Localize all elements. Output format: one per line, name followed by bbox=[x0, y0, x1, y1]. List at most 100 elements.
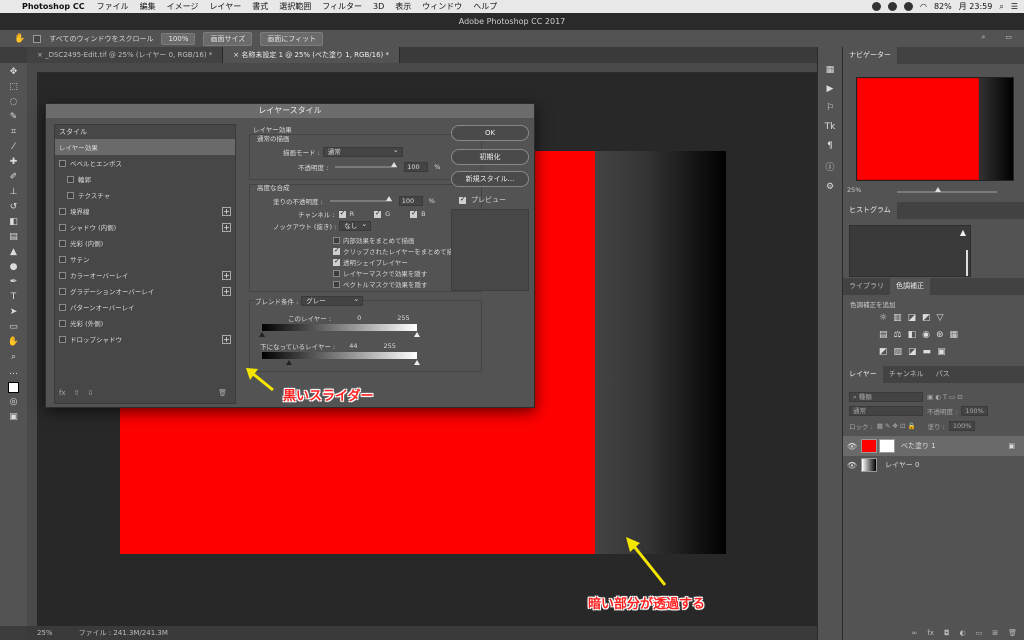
add-effect-icon[interactable]: + bbox=[222, 222, 231, 232]
navigator-thumbnail[interactable] bbox=[856, 77, 1014, 181]
move-down-icon[interactable]: ⇩ bbox=[87, 389, 93, 397]
screen-size-button[interactable]: 画面サイズ bbox=[203, 31, 253, 46]
style-item[interactable]: ドロップシャドウ + bbox=[55, 331, 235, 347]
fx-icon[interactable]: fx bbox=[927, 629, 934, 637]
style-checkbox[interactable] bbox=[59, 287, 66, 295]
opacity-input[interactable]: 100 bbox=[404, 162, 429, 172]
invert-icon[interactable]: ◩ bbox=[879, 347, 888, 357]
style-checkbox[interactable] bbox=[59, 303, 66, 311]
gradient-tool-icon[interactable]: ▤ bbox=[7, 232, 21, 243]
menu-type[interactable]: 書式 bbox=[252, 1, 268, 12]
layer-mask-thumbnail[interactable] bbox=[879, 439, 895, 453]
tool-presets-icon[interactable]: ⚙ bbox=[826, 182, 834, 192]
bw-icon[interactable]: ◧ bbox=[908, 330, 917, 340]
style-checkbox[interactable] bbox=[67, 191, 74, 199]
new-layer-icon[interactable]: ⊞ bbox=[992, 629, 998, 637]
add-effect-icon[interactable]: + bbox=[222, 206, 231, 216]
style-item[interactable]: グラデーションオーバーレイ + bbox=[55, 283, 235, 299]
channel-b-checkbox[interactable] bbox=[410, 209, 418, 218]
menu-view[interactable]: 表示 bbox=[395, 1, 411, 12]
style-checkbox[interactable] bbox=[59, 255, 66, 263]
style-item[interactable]: カラーオーバーレイ + bbox=[55, 267, 235, 283]
history-icon[interactable]: ▦ bbox=[826, 65, 835, 75]
menu-edit[interactable]: 編集 bbox=[140, 1, 156, 12]
blend-mode-select[interactable]: 通常 bbox=[322, 146, 403, 157]
layer-mask-hides-checkbox[interactable] bbox=[333, 269, 340, 277]
menu-window[interactable]: ウィンドウ bbox=[422, 1, 462, 12]
clone-stamp-icon[interactable]: ⊥ bbox=[7, 187, 21, 198]
blur-tool-icon[interactable]: ▲ bbox=[7, 247, 21, 258]
add-effect-icon[interactable]: + bbox=[222, 286, 231, 296]
layer-name[interactable]: べた塗り 1 bbox=[901, 441, 936, 451]
eraser-tool-icon[interactable]: ◧ bbox=[7, 217, 21, 228]
blend-interior-checkbox[interactable] bbox=[333, 236, 340, 244]
tab-channels[interactable]: チャンネル bbox=[883, 366, 930, 383]
style-checkbox[interactable] bbox=[59, 223, 66, 231]
trash-icon[interactable]: 🗑 bbox=[218, 389, 227, 397]
blend-if-select[interactable]: グレー bbox=[301, 295, 364, 306]
filter-icons[interactable]: ▣ ◐ T ▭ ⊡ bbox=[927, 393, 963, 401]
vector-mask-hides-checkbox[interactable] bbox=[333, 280, 340, 288]
link-icon[interactable]: ∞ bbox=[912, 629, 918, 637]
character-icon[interactable]: Tk bbox=[825, 122, 836, 132]
shape-tool-icon[interactable]: ▭ bbox=[7, 322, 21, 333]
new-style-button[interactable]: 新規スタイル... bbox=[451, 171, 529, 187]
workspace-icon[interactable]: ▭ bbox=[1005, 33, 1012, 42]
zoom-100-button[interactable]: 100% bbox=[161, 32, 196, 45]
status-icon[interactable] bbox=[903, 2, 913, 11]
hand-tool-icon[interactable]: ✋ bbox=[14, 34, 25, 44]
healing-brush-icon[interactable]: ✚ bbox=[7, 157, 21, 168]
zoom-level[interactable]: 25% bbox=[37, 629, 53, 637]
style-checkbox[interactable] bbox=[59, 335, 66, 343]
menu-list-icon[interactable]: ☰ bbox=[1011, 2, 1018, 11]
move-up-icon[interactable]: ⇧ bbox=[74, 389, 80, 397]
tab-libraries[interactable]: ライブラリ bbox=[843, 278, 890, 295]
exposure-icon[interactable]: ◩ bbox=[922, 313, 931, 323]
tab-paths[interactable]: パス bbox=[930, 366, 956, 383]
style-item[interactable]: サテン bbox=[55, 251, 235, 267]
style-item[interactable]: 輪郭 bbox=[55, 171, 235, 187]
style-list-header[interactable]: スタイル bbox=[55, 125, 235, 139]
style-item[interactable]: ベベルとエンボス bbox=[55, 155, 235, 171]
eye-icon[interactable]: 👁 bbox=[843, 461, 861, 470]
search-icon[interactable]: ⌕ bbox=[999, 2, 1003, 12]
eyedropper-tool-icon[interactable]: ⁄ bbox=[7, 142, 21, 153]
style-item[interactable]: 光彩 (外側) bbox=[55, 315, 235, 331]
fill-opacity-knob[interactable] bbox=[385, 196, 392, 201]
screen-mode-icon[interactable]: ▣ bbox=[7, 412, 21, 423]
fx-icon[interactable]: fx bbox=[59, 389, 66, 397]
play-icon[interactable]: ▶ bbox=[827, 84, 834, 94]
vibrance-icon[interactable]: ▽ bbox=[937, 313, 944, 323]
dodge-tool-icon[interactable]: ● bbox=[7, 262, 21, 273]
fill-opacity-slider[interactable] bbox=[329, 196, 392, 202]
move-tool-icon[interactable]: ✥ bbox=[7, 67, 21, 78]
blend-options-icon[interactable]: ▣ bbox=[1008, 442, 1015, 450]
layer-name[interactable]: レイヤー 0 bbox=[885, 460, 919, 470]
adjustment-layer-icon[interactable]: ◐ bbox=[960, 629, 966, 637]
lasso-tool-icon[interactable]: ◌ bbox=[7, 97, 21, 108]
tab-layers[interactable]: レイヤー bbox=[843, 366, 883, 383]
gradient-map-icon[interactable]: ▬ bbox=[923, 347, 932, 357]
lock-icons[interactable]: ▦ ✎ ✥ ⊡ 🔒 bbox=[877, 422, 916, 430]
menu-3d[interactable]: 3D bbox=[373, 2, 384, 11]
fit-screen-button[interactable]: 画面にフィット bbox=[260, 31, 324, 46]
style-checkbox[interactable] bbox=[59, 239, 66, 247]
style-item[interactable]: テクスチャ bbox=[55, 187, 235, 203]
posterize-icon[interactable]: ▨ bbox=[894, 347, 903, 357]
wifi-icon[interactable]: ◠ bbox=[920, 2, 927, 11]
clock[interactable]: 月 23:59 bbox=[959, 1, 993, 12]
actions-icon[interactable]: ⚐ bbox=[826, 103, 834, 113]
fill-input[interactable]: 100% bbox=[948, 421, 976, 431]
pen-tool-icon[interactable]: ✒ bbox=[7, 277, 21, 288]
battery-label[interactable]: 82% bbox=[934, 2, 952, 11]
hand-tool-icon[interactable]: ✋ bbox=[7, 337, 21, 348]
style-item[interactable]: 光彩 (内側) bbox=[55, 235, 235, 251]
mask-icon[interactable]: ◘ bbox=[944, 629, 950, 637]
underlying-black-slider[interactable] bbox=[286, 360, 292, 365]
nav-zoom-slider[interactable] bbox=[897, 187, 997, 193]
layer-opacity-input[interactable]: 100% bbox=[961, 406, 988, 416]
app-menu[interactable]: Photoshop CC bbox=[22, 2, 85, 11]
crop-tool-icon[interactable]: ⌗ bbox=[7, 127, 21, 138]
color-lookup-icon[interactable]: ▦ bbox=[950, 330, 959, 340]
layer-kind-filter[interactable]: ⌕ 種類 bbox=[849, 392, 923, 402]
